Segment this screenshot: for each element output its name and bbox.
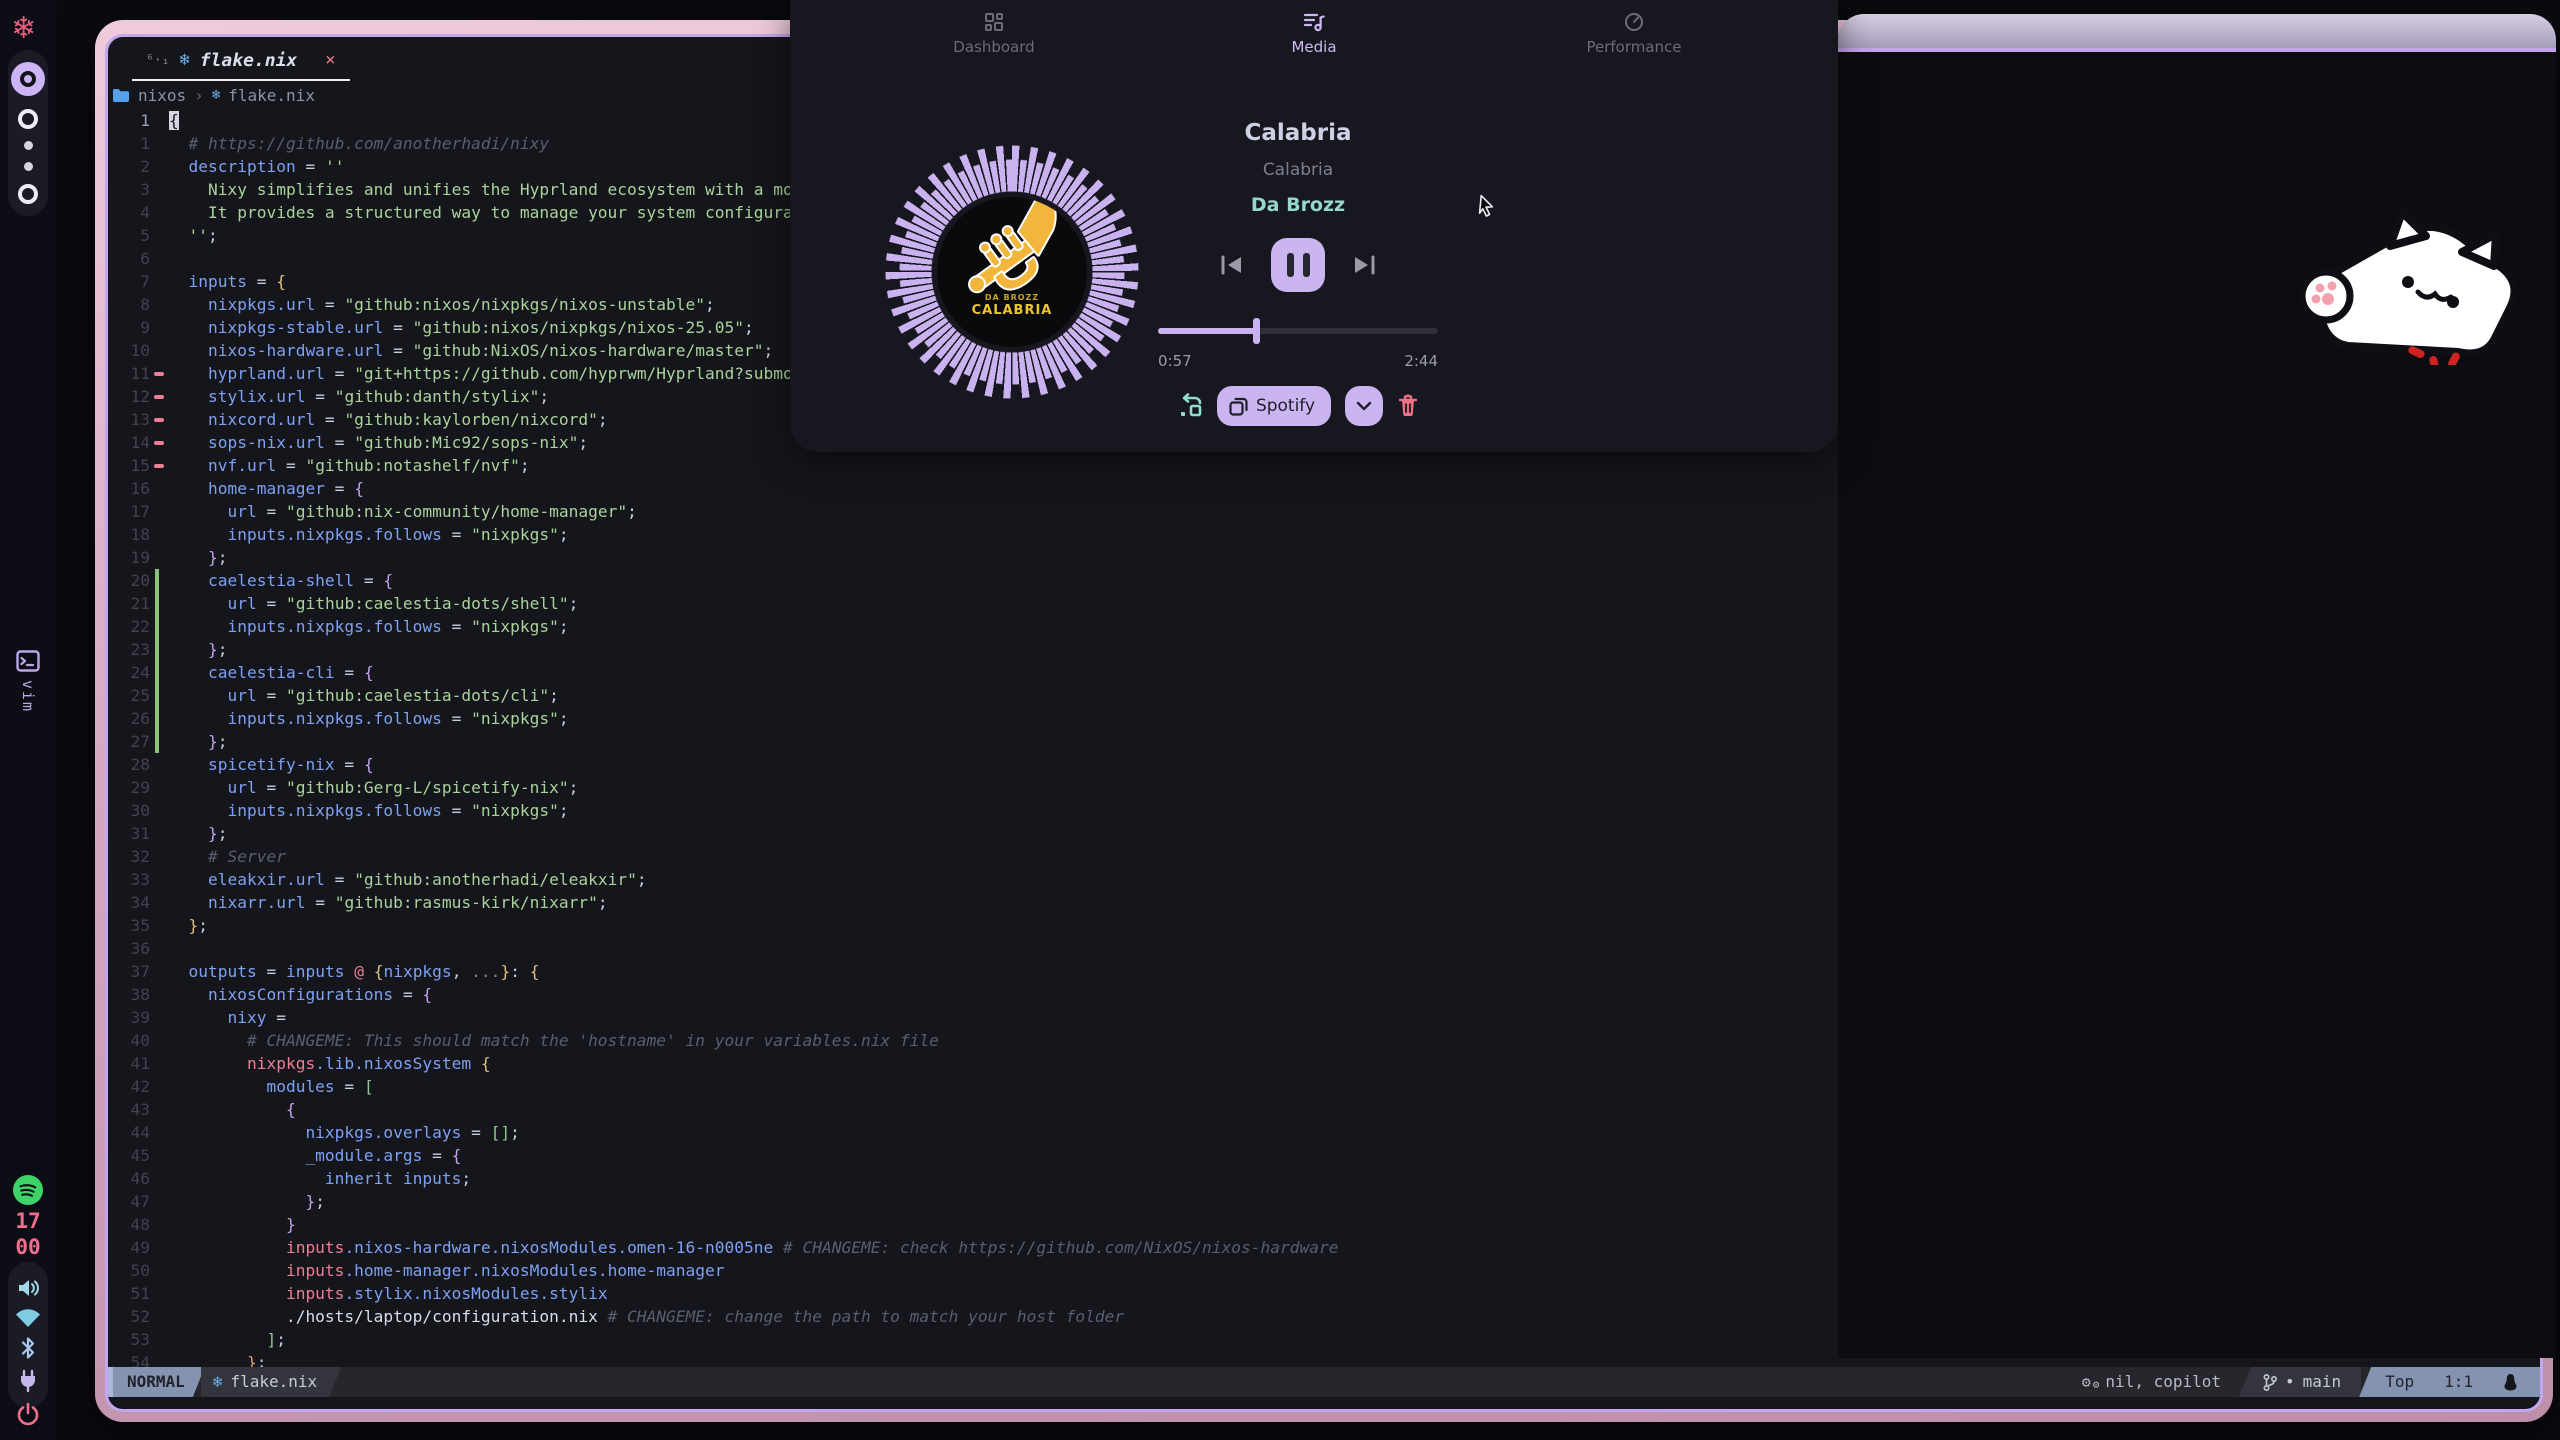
media-icon [1303,12,1325,32]
system-bar: ❄ vim 17 00 [0,0,56,1440]
nixos-logo-icon[interactable]: ❄ [11,12,36,46]
wifi-icon[interactable] [15,1308,41,1328]
progress-handle[interactable] [1253,318,1260,344]
next-track-icon[interactable] [1351,253,1377,277]
track-album: Calabria [1158,160,1438,180]
tab-filename: flake.nix [200,50,298,71]
terminal-icon [16,650,40,672]
statusbar-spacer [341,1367,2064,1397]
branch-name: main [2303,1367,2342,1397]
elapsed-time: 0:57 [1158,352,1192,370]
statusbar-filename: flake.nix [230,1367,317,1397]
gear-icon: ⚙ [2082,1367,2091,1397]
workspace-pill[interactable] [8,50,48,216]
nix-file-icon: ❄ [179,50,189,70]
mouse-cursor [1478,194,1502,224]
git-branch-icon [2263,1374,2277,1391]
lsp-status: ⚙⚙ nil, copilot [2064,1367,2239,1397]
audio-visualizer: DA BROZZ CALABRIA [880,140,1144,404]
tab-flake-nix[interactable]: ⁶·₁ ❄ flake.nix × [132,41,350,81]
tab-performance[interactable]: Performance [1474,12,1794,56]
vim-mode-badge: NORMAL [113,1367,205,1397]
breadcrumb-folder[interactable]: nixos [138,86,186,105]
scroll-position: Top [2385,1367,2414,1397]
breadcrumb: nixos › ❄ flake.nix [112,83,315,107]
power-button-icon[interactable] [17,1402,39,1426]
gear-icon-small: ⚙ [2093,1370,2100,1400]
album-art-title: CALABRIA [937,303,1087,318]
chevron-down-icon [1356,401,1372,411]
tab-media[interactable]: Media [1154,12,1474,56]
clock-minutes: 00 [0,1234,56,1260]
album-art-artist: DA BROZZ [937,293,1087,302]
statusbar-file[interactable]: ❄ flake.nix [201,1367,341,1397]
dashboard-icon [984,12,1004,32]
bluetooth-icon[interactable] [20,1336,36,1360]
tab-close-icon[interactable]: × [325,50,335,70]
open-app-icon [1229,397,1248,416]
status-bar: NORMAL ❄ flake.nix ⚙⚙ nil, copilot • mai… [108,1367,2540,1397]
plug-icon[interactable] [17,1369,39,1393]
player-source-dropdown[interactable] [1345,386,1383,426]
clock: 17 00 [0,1208,56,1260]
position-segment: Top 1:1 [2359,1367,2540,1397]
previous-track-icon[interactable] [1219,253,1245,277]
lsp-servers: nil, copilot [2105,1367,2221,1397]
git-branch-segment[interactable]: • main [2239,1367,2361,1397]
spotify-tray-icon[interactable] [13,1175,43,1205]
cursor-position: 1:1 [2444,1367,2473,1397]
progress-bar[interactable] [1158,318,1438,344]
tab-indicator: ⁶·₁ [146,53,169,68]
bongo-cat [2290,200,2525,365]
clock-hours: 17 [0,1208,56,1234]
nix-file-icon-small: ❄ [212,87,220,103]
track-artist: Da Brozz [1158,194,1438,216]
album-art: DA BROZZ CALABRIA [937,197,1087,347]
media-panel: Dashboard Media Performance [790,0,1838,452]
spotify-button-label: Spotify [1256,396,1315,416]
nix-file-icon-status: ❄ [213,1367,223,1397]
statusbar-accent [108,1367,113,1397]
progress-fill [1158,328,1256,334]
breadcrumb-file[interactable]: flake.nix [228,86,315,105]
pause-button[interactable] [1271,238,1325,292]
performance-icon [1624,12,1644,32]
trumpet-icon [952,199,1072,299]
tray-pill [8,1262,48,1408]
volume-icon[interactable] [16,1277,40,1299]
penguin-icon [2503,1373,2518,1391]
branch-dot: • [2285,1367,2295,1397]
desktop: ❄ vim 17 00 ⁶·₁ ❄ flake.n [0,0,2560,1440]
queue-icon[interactable] [1177,393,1203,419]
background-window-titlebar [1838,14,2556,52]
folder-icon [112,88,130,103]
panel-tabs: Dashboard Media Performance [790,12,1838,56]
focused-window-indicator: vim [0,650,56,713]
window-title-vertical: vim [19,680,37,713]
breadcrumb-separator: › [194,86,204,105]
player-controls: Calabria Calabria Da Brozz 0:57 2:44 [1158,120,1438,426]
track-title: Calabria [1158,120,1438,146]
tab-dashboard[interactable]: Dashboard [834,12,1154,56]
total-time: 2:44 [1404,352,1438,370]
open-in-spotify-button[interactable]: Spotify [1217,386,1331,426]
trash-icon[interactable] [1397,394,1419,418]
